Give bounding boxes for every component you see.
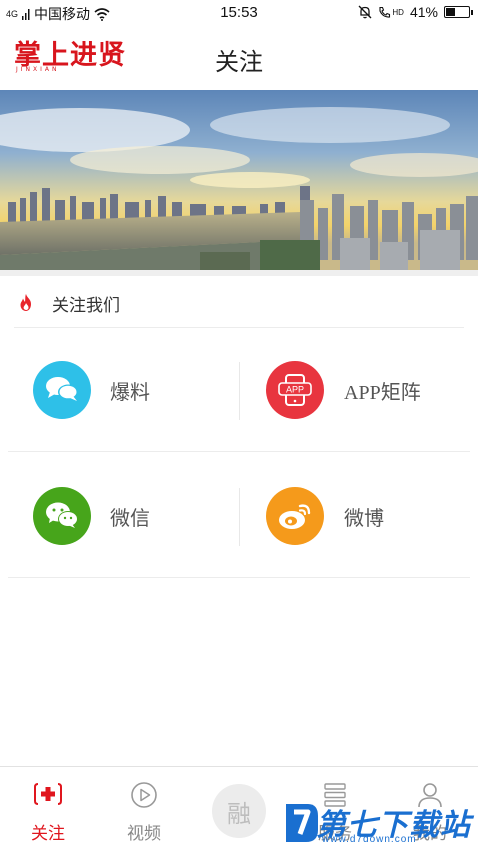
weibo-entry[interactable]: 微博 bbox=[239, 454, 478, 578]
weibo-icon-circle bbox=[266, 487, 324, 545]
tab-rong[interactable]: 融 bbox=[191, 767, 287, 850]
baoliao-icon-circle bbox=[33, 361, 91, 419]
app-matrix-label: APP矩阵 bbox=[344, 382, 421, 404]
wechat-entry[interactable]: 微信 bbox=[0, 454, 239, 578]
section-title: 关注我们 bbox=[52, 296, 120, 315]
volte-icon: HD bbox=[378, 6, 404, 19]
tab-label: 关注 bbox=[31, 824, 65, 843]
row-divider bbox=[8, 577, 470, 578]
flame-icon bbox=[20, 294, 31, 311]
medical-cross-icon bbox=[34, 783, 62, 805]
weibo-label: 微博 bbox=[344, 508, 384, 530]
baoliao-entry[interactable]: 爆料 bbox=[0, 328, 239, 452]
status-right: HD 41% bbox=[358, 4, 473, 20]
phone-icon bbox=[379, 6, 391, 18]
baoliao-label: 爆料 bbox=[110, 382, 150, 404]
battery-percent: 41% bbox=[409, 4, 438, 20]
app-matrix-entry[interactable]: APP APP矩阵 bbox=[239, 328, 478, 452]
wechat-icon-circle bbox=[33, 487, 91, 545]
page-title: 关注 bbox=[215, 49, 263, 76]
city-skyline-image bbox=[0, 90, 478, 270]
tab-follow[interactable]: 关注 bbox=[0, 767, 96, 850]
battery-icon bbox=[444, 6, 473, 18]
center-rong-button: 融 bbox=[212, 784, 266, 838]
battery-fill bbox=[446, 8, 455, 16]
app-header: 掌上进贤 JINXIAN 关注 bbox=[0, 26, 478, 90]
status-bar: 4G 中国移动 15:53 HD 41% bbox=[0, 0, 478, 26]
app-matrix-icon-circle: APP bbox=[266, 361, 324, 419]
volte-label: HD bbox=[392, 7, 404, 17]
tab-label: 视频 bbox=[127, 824, 161, 843]
grid-row-2: 微信 微博 bbox=[0, 454, 478, 578]
mute-bell-icon bbox=[358, 5, 372, 19]
banner-image[interactable] bbox=[0, 90, 478, 270]
chat-bubbles-icon bbox=[46, 377, 78, 401]
row-divider bbox=[8, 451, 470, 452]
play-circle-icon bbox=[131, 782, 157, 808]
watermark-url: www.d7down.com bbox=[322, 834, 417, 845]
watermark-logo: 第七下载站 www.d7down.com bbox=[280, 798, 478, 850]
grid-row-1: 爆料 APP APP矩阵 bbox=[0, 328, 478, 452]
app-phone-icon: APP bbox=[278, 374, 312, 406]
wechat-label: 微信 bbox=[110, 508, 150, 530]
weibo-icon bbox=[279, 504, 311, 529]
tab-video[interactable]: 视频 bbox=[96, 767, 192, 850]
follow-us-header: 关注我们 bbox=[0, 276, 478, 328]
wechat-icon bbox=[46, 502, 78, 528]
app-icon-text: APP bbox=[286, 385, 304, 395]
